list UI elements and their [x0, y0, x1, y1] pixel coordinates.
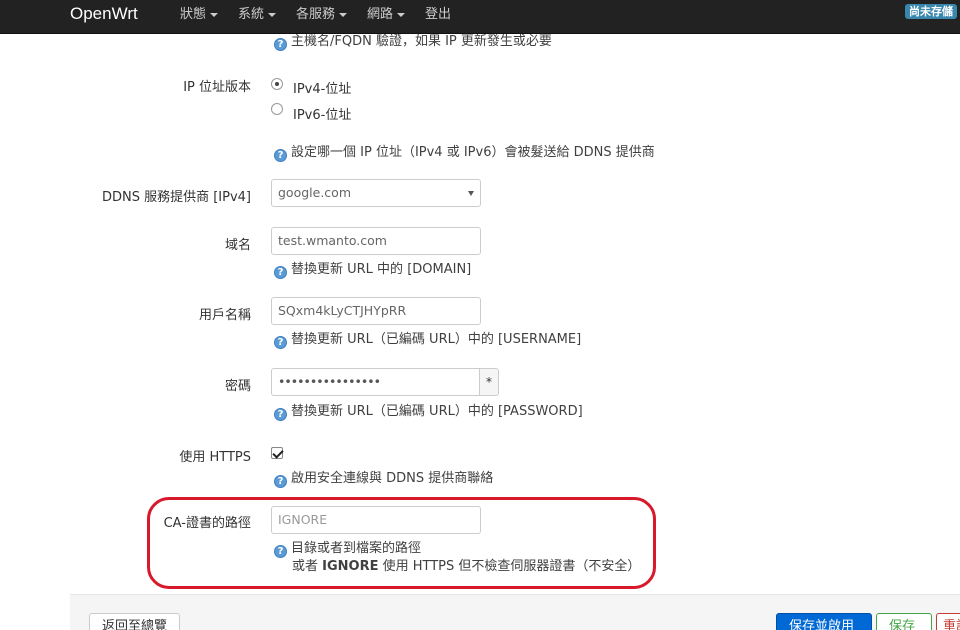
use-https-checkbox[interactable] [271, 447, 283, 459]
reset-button[interactable]: 重設 [936, 613, 960, 630]
nav-menu-status-label: 狀態 [180, 7, 207, 22]
nav-menu-system-label: 系統 [238, 7, 265, 22]
chevron-down-icon [268, 12, 277, 17]
ip-version-help: ? 設定哪一個 IP 位址（IPv4 或 IPv6）會被髮送給 DDNS 提供商 [274, 145, 655, 162]
nav-menu-logout[interactable]: 登出 [425, 7, 451, 23]
back-to-overview-button[interactable]: 返回至總覽 [89, 613, 181, 630]
domain-input[interactable]: test.wmanto.com [271, 227, 481, 255]
ipv4-radio[interactable] [271, 78, 283, 90]
nav-menu-status[interactable]: 狀態 [180, 7, 219, 23]
password-help-text: 替換更新 URL（已編碼 URL）中的 [PASSWORD] [291, 404, 583, 419]
ip-version-label: IP 位址版本 [183, 80, 251, 95]
nav-menu-network[interactable]: 網路 [367, 7, 406, 23]
chevron-down-icon [339, 12, 348, 17]
hostname-help: ? 主機名/FQDN 驗證，如果 IP 更新發生或必要 [274, 34, 552, 51]
help-icon: ? [274, 336, 287, 349]
unsaved-changes-badge[interactable]: 尚未存儲 [905, 4, 957, 19]
ip-version-help-text: 設定哪一個 IP 位址（IPv4 或 IPv6）會被髮送給 DDNS 提供商 [291, 145, 655, 160]
chevron-down-icon [397, 12, 406, 17]
top-navbar: OpenWrt 狀態 系統 各服務 網路 登出 尚未存儲 [0, 0, 960, 34]
domain-help-text: 替換更新 URL 中的 [DOMAIN] [291, 262, 472, 277]
use-https-help-text: 啟用安全連線與 DDNS 提供商聯絡 [291, 471, 494, 486]
nav-menu-logout-label: 登出 [425, 7, 452, 22]
nav-menu-system[interactable]: 系統 [238, 7, 277, 23]
use-https-help: ? 啟用安全連線與 DDNS 提供商聯絡 [274, 471, 493, 488]
ddns-provider-value: google.com [278, 185, 351, 200]
nav-menu-network-label: 網路 [367, 7, 394, 22]
help-icon: ? [274, 38, 287, 51]
username-help-text: 替換更新 URL（已編碼 URL）中的 [USERNAME] [291, 332, 582, 347]
ipv6-radio-label[interactable]: IPv6-位址 [293, 104, 351, 123]
highlight-outline [147, 497, 656, 589]
hostname-help-text: 主機名/FQDN 驗證，如果 IP 更新發生或必要 [291, 34, 552, 49]
reveal-password-button[interactable]: * [479, 368, 499, 396]
ddns-provider-label: DDNS 服務提供商 [IPv4] [101, 190, 251, 205]
form-actions-bar: 返回至總覽 保存並啟用 保存 重設 [70, 594, 960, 630]
help-icon: ? [274, 266, 287, 279]
brand-logo[interactable]: OpenWrt [70, 2, 138, 26]
ddns-provider-select[interactable]: google.com [271, 179, 481, 207]
help-icon: ? [274, 408, 287, 421]
password-help: ? 替換更新 URL（已編碼 URL）中的 [PASSWORD] [274, 404, 583, 421]
chevron-down-icon [210, 12, 219, 17]
save-button[interactable]: 保存 [876, 613, 932, 630]
nav-menu-services[interactable]: 各服務 [296, 7, 348, 23]
nav-menu-services-label: 各服務 [296, 7, 336, 22]
ipv6-radio[interactable] [271, 103, 283, 115]
dropdown-arrow-icon [468, 191, 474, 196]
domain-label: 域名 [224, 238, 251, 253]
username-label: 用戶名稱 [198, 308, 251, 323]
username-help: ? 替換更新 URL（已編碼 URL）中的 [USERNAME] [274, 332, 581, 349]
help-icon: ? [274, 149, 287, 162]
password-input[interactable]: •••••••••••••••• [271, 368, 480, 396]
username-input[interactable]: SQxm4kLyCTJHYpRR [271, 297, 481, 325]
ipv4-radio-label[interactable]: IPv4-位址 [293, 78, 351, 97]
password-label: 密碼 [224, 379, 251, 394]
help-icon: ? [274, 475, 287, 488]
save-and-apply-button[interactable]: 保存並啟用 [776, 613, 872, 630]
use-https-label: 使用 HTTPS [179, 450, 251, 465]
domain-help: ? 替換更新 URL 中的 [DOMAIN] [274, 262, 471, 279]
